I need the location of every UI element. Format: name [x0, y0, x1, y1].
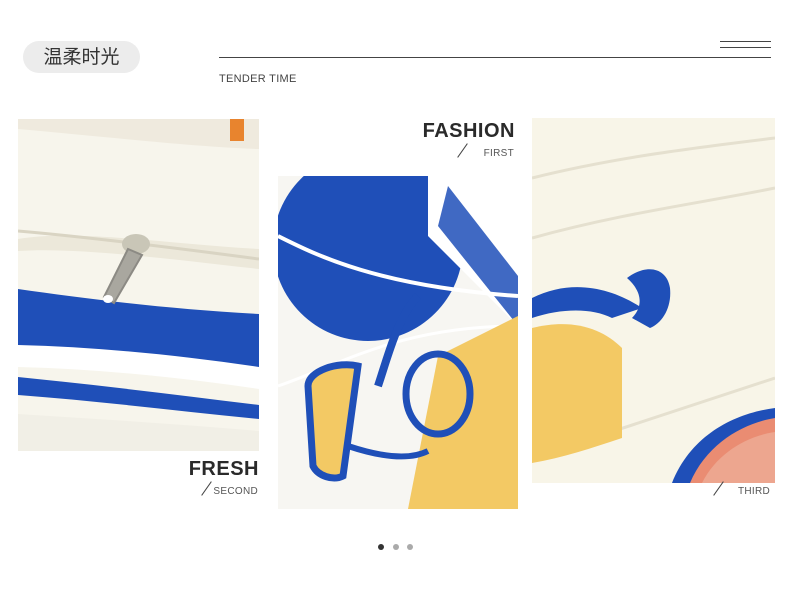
- carousel-dot-1[interactable]: [378, 544, 384, 550]
- caption-fashion-title: FASHION: [422, 120, 515, 142]
- caption-fresh-sub: SECOND: [213, 486, 258, 497]
- product-photo-fabric: [532, 118, 775, 483]
- caption-fashion-sub: FIRST: [483, 148, 514, 159]
- product-photo-zipper: [18, 119, 259, 451]
- section-subtitle: TENDER TIME: [219, 73, 297, 85]
- caption-slash: [457, 143, 468, 158]
- caption-third-sub: THIRD: [737, 486, 770, 497]
- caption-slash: [713, 481, 724, 496]
- product-photo-print: [278, 176, 518, 509]
- caption-slash: [201, 481, 212, 496]
- carousel-dot-2[interactable]: [393, 544, 399, 550]
- caption-fresh-title: FRESH: [188, 458, 259, 480]
- hamburger-icon[interactable]: [720, 41, 771, 51]
- carousel-dot-3[interactable]: [407, 544, 413, 550]
- section-badge: 温柔时光: [23, 41, 140, 73]
- header-divider: [219, 57, 771, 58]
